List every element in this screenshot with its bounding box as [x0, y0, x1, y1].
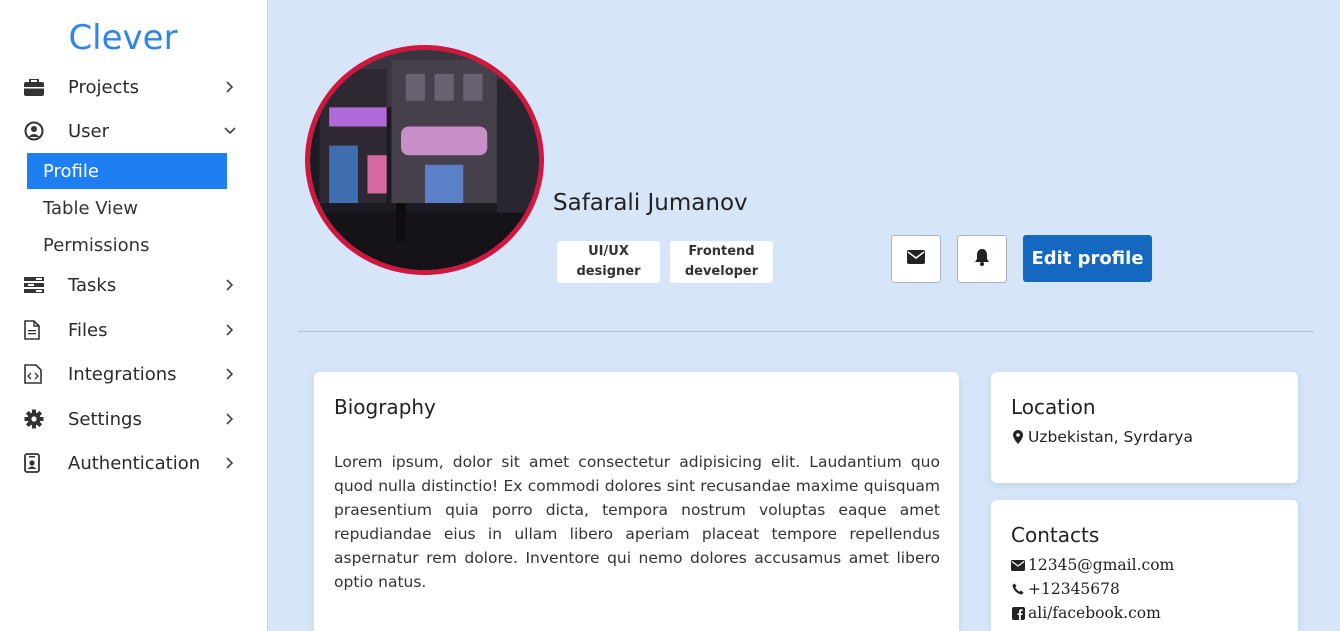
- edit-profile-button[interactable]: Edit profile: [1023, 235, 1152, 282]
- location-title: Location: [1011, 395, 1096, 419]
- sidebar-item-projects[interactable]: Projects: [24, 72, 236, 102]
- location-row: Uzbekistan, Syrdarya: [1011, 428, 1193, 446]
- contact-phone-row: +12345678: [1011, 580, 1120, 598]
- sidebar-item-user[interactable]: User: [24, 116, 236, 146]
- contact-email-row: 12345@gmail.com: [1011, 556, 1174, 574]
- sidebar-item-files[interactable]: Files: [24, 315, 236, 345]
- phone-icon: [1011, 582, 1025, 596]
- sidebar-subitem-permissions[interactable]: Permissions: [27, 227, 227, 263]
- sidebar-item-settings[interactable]: Settings: [24, 404, 236, 434]
- chevron-right-icon: [224, 324, 236, 336]
- gear-icon: [24, 409, 48, 429]
- tag-line: designer: [576, 264, 641, 279]
- avatar: [305, 45, 544, 275]
- tag-uiux-designer: UI/UX designer: [557, 241, 660, 283]
- id-badge-icon: [24, 453, 48, 473]
- profile-name: Safarali Jumanov: [553, 190, 748, 216]
- chevron-down-icon: [224, 125, 236, 137]
- message-button[interactable]: [891, 235, 941, 283]
- sidebar-subitem-table-view[interactable]: Table View: [27, 190, 227, 226]
- user-circle-icon: [24, 121, 48, 141]
- envelope-icon: [1011, 558, 1025, 572]
- biography-card: Biography Lorem ipsum, dolor sit amet co…: [314, 372, 959, 631]
- location-value: Uzbekistan, Syrdarya: [1028, 428, 1193, 446]
- notifications-button[interactable]: [957, 235, 1007, 283]
- sidebar-item-label: Settings: [68, 408, 142, 430]
- file-icon: [24, 320, 48, 340]
- envelope-icon: [907, 249, 925, 269]
- bell-icon: [974, 248, 990, 271]
- sidebar-item-label: Tasks: [68, 274, 117, 296]
- sidebar-subitem-profile[interactable]: Profile: [27, 153, 227, 189]
- sidebar: Clever Projects User Profile Table View …: [0, 0, 268, 631]
- chevron-right-icon: [224, 413, 236, 425]
- tasks-icon: [24, 275, 48, 295]
- contacts-title: Contacts: [1011, 523, 1100, 547]
- location-card: Location Uzbekistan, Syrdarya: [991, 372, 1298, 483]
- chevron-right-icon: [224, 81, 236, 93]
- divider: [298, 331, 1314, 332]
- sidebar-item-label: Files: [68, 319, 108, 341]
- tag-line: UI/UX: [588, 244, 629, 259]
- sidebar-item-label: Authentication: [68, 452, 201, 474]
- biography-text: Lorem ipsum, dolor sit amet consectetur …: [334, 453, 940, 591]
- contacts-card: Contacts 12345@gmail.com +12345678 ali/f…: [991, 500, 1298, 631]
- sidebar-item-label: Integrations: [68, 363, 177, 385]
- tag-frontend-developer: Frontend developer: [670, 241, 773, 283]
- sidebar-item-authentication[interactable]: Authentication: [24, 448, 236, 478]
- brand-logo[interactable]: Clever: [0, 18, 246, 58]
- sidebar-item-label: User: [68, 120, 110, 142]
- tag-line: developer: [684, 264, 759, 279]
- contact-facebook[interactable]: ali/facebook.com: [1028, 604, 1161, 622]
- contact-email[interactable]: 12345@gmail.com: [1028, 556, 1174, 574]
- chevron-right-icon: [224, 368, 236, 380]
- code-file-icon: [24, 364, 48, 384]
- sidebar-item-tasks[interactable]: Tasks: [24, 270, 236, 300]
- chevron-right-icon: [224, 279, 236, 291]
- facebook-icon: [1011, 606, 1025, 620]
- chevron-right-icon: [224, 457, 236, 469]
- map-marker-icon: [1011, 430, 1025, 444]
- sidebar-item-label: Projects: [68, 76, 139, 98]
- contact-phone[interactable]: +12345678: [1028, 580, 1120, 598]
- biography-title: Biography: [334, 395, 436, 419]
- sidebar-item-integrations[interactable]: Integrations: [24, 359, 236, 389]
- tag-line: Frontend: [688, 244, 755, 259]
- briefcase-icon: [24, 77, 48, 97]
- contact-facebook-row: ali/facebook.com: [1011, 604, 1161, 622]
